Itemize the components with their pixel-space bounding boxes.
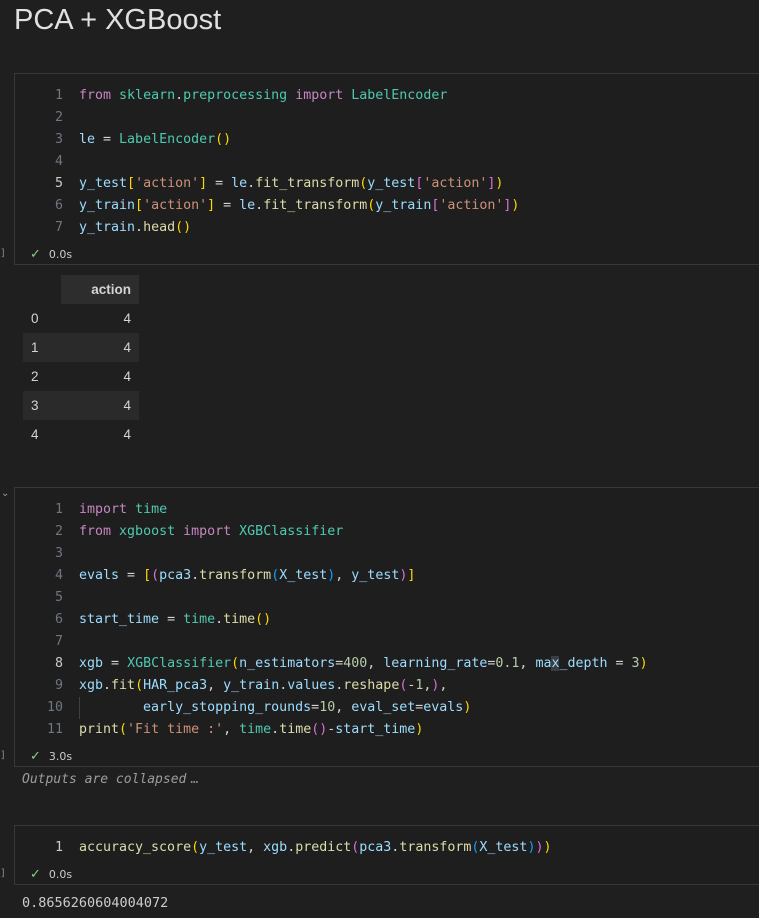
code-line: 9 xgb.fit(HAR_pca3, y_train.values.reshap… (54, 678, 448, 693)
table-header-row: action (23, 275, 139, 304)
code-line: 5 y_test['action'] = le.fit_transform(y_t… (54, 176, 504, 191)
code-line: 7 (54, 634, 63, 649)
execution-time: 0.0s (48, 867, 73, 881)
more-icon[interactable]: … (190, 772, 198, 787)
code-editor[interactable]: 1 from sklearn.preprocessing import Label… (15, 74, 759, 239)
table-row: 14 (23, 333, 139, 362)
code-line: 1 from sklearn.preprocessing import Label… (54, 88, 448, 103)
check-icon: ✓ (30, 748, 41, 764)
cell-status: ✓ 0.0s (14, 864, 72, 884)
execution-count: ] (0, 750, 7, 761)
cell-status: ✓ 0.0s (14, 244, 72, 264)
code-line: 2 (54, 110, 63, 125)
accuracy-output: 0.8656260604004072 (22, 895, 169, 911)
cell-status: ✓ 3.0s (14, 746, 72, 766)
code-line: 2 from xgboost import XGBClassifier (54, 524, 344, 539)
code-cell-label-encoder[interactable]: 1 from sklearn.preprocessing import Label… (14, 73, 759, 265)
code-editor[interactable]: 1 accuracy_score(y_test, xgb.predict(pca3… (15, 826, 759, 859)
code-line: 8 xgb = XGBClassifier(n_estimators=400, l… (54, 656, 648, 671)
code-line: 6 y_train['action'] = le.fit_transform(y_… (54, 198, 520, 213)
code-editor[interactable]: 1 import time 2 from xgboost import XGBCla… (15, 488, 759, 741)
code-line: 1 import time (54, 502, 168, 517)
check-icon: ✓ (30, 866, 41, 882)
table-row: 44 (31, 427, 131, 442)
code-line: 5 (54, 590, 63, 605)
code-cell-xgboost-fit[interactable]: 1 import time 2 from xgboost import XGBCla… (14, 487, 759, 767)
execution-time: 3.0s (48, 749, 73, 763)
column-header: action (61, 275, 139, 304)
markdown-heading: PCA + XGBoost (14, 4, 222, 36)
collapse-chevron-icon[interactable]: ⌄ (1, 488, 9, 499)
code-line: 4 evals = [(pca3.transform(X_test), y_tes… (54, 568, 416, 583)
table-row: 34 (23, 391, 139, 420)
table-row: 24 (31, 369, 131, 384)
check-icon: ✓ (30, 246, 41, 262)
execution-count: ] (0, 248, 7, 259)
code-line: 6 start_time = time.time() (54, 612, 272, 627)
code-line: 10 early_stopping_rounds=10, eval_set=ev… (15, 697, 759, 719)
code-line: 11 print('Fit time :', time.time()-start_… (46, 722, 424, 737)
execution-count: ] (0, 868, 7, 879)
dataframe-output: action 04 14 24 34 44 (23, 275, 139, 449)
table-row: 04 (31, 311, 131, 326)
code-line: 7 y_train.head() (54, 220, 192, 235)
execution-time: 0.0s (48, 247, 73, 261)
outputs-collapsed-notice[interactable]: Outputs are collapsed… (22, 772, 198, 787)
code-line: 3 le = LabelEncoder() (54, 132, 232, 147)
code-cell-accuracy[interactable]: 1 accuracy_score(y_test, xgb.predict(pca3… (14, 825, 759, 885)
code-line: 3 (54, 546, 63, 561)
code-line: 1 accuracy_score(y_test, xgb.predict(pca3… (54, 840, 552, 855)
code-line: 4 (54, 154, 63, 169)
